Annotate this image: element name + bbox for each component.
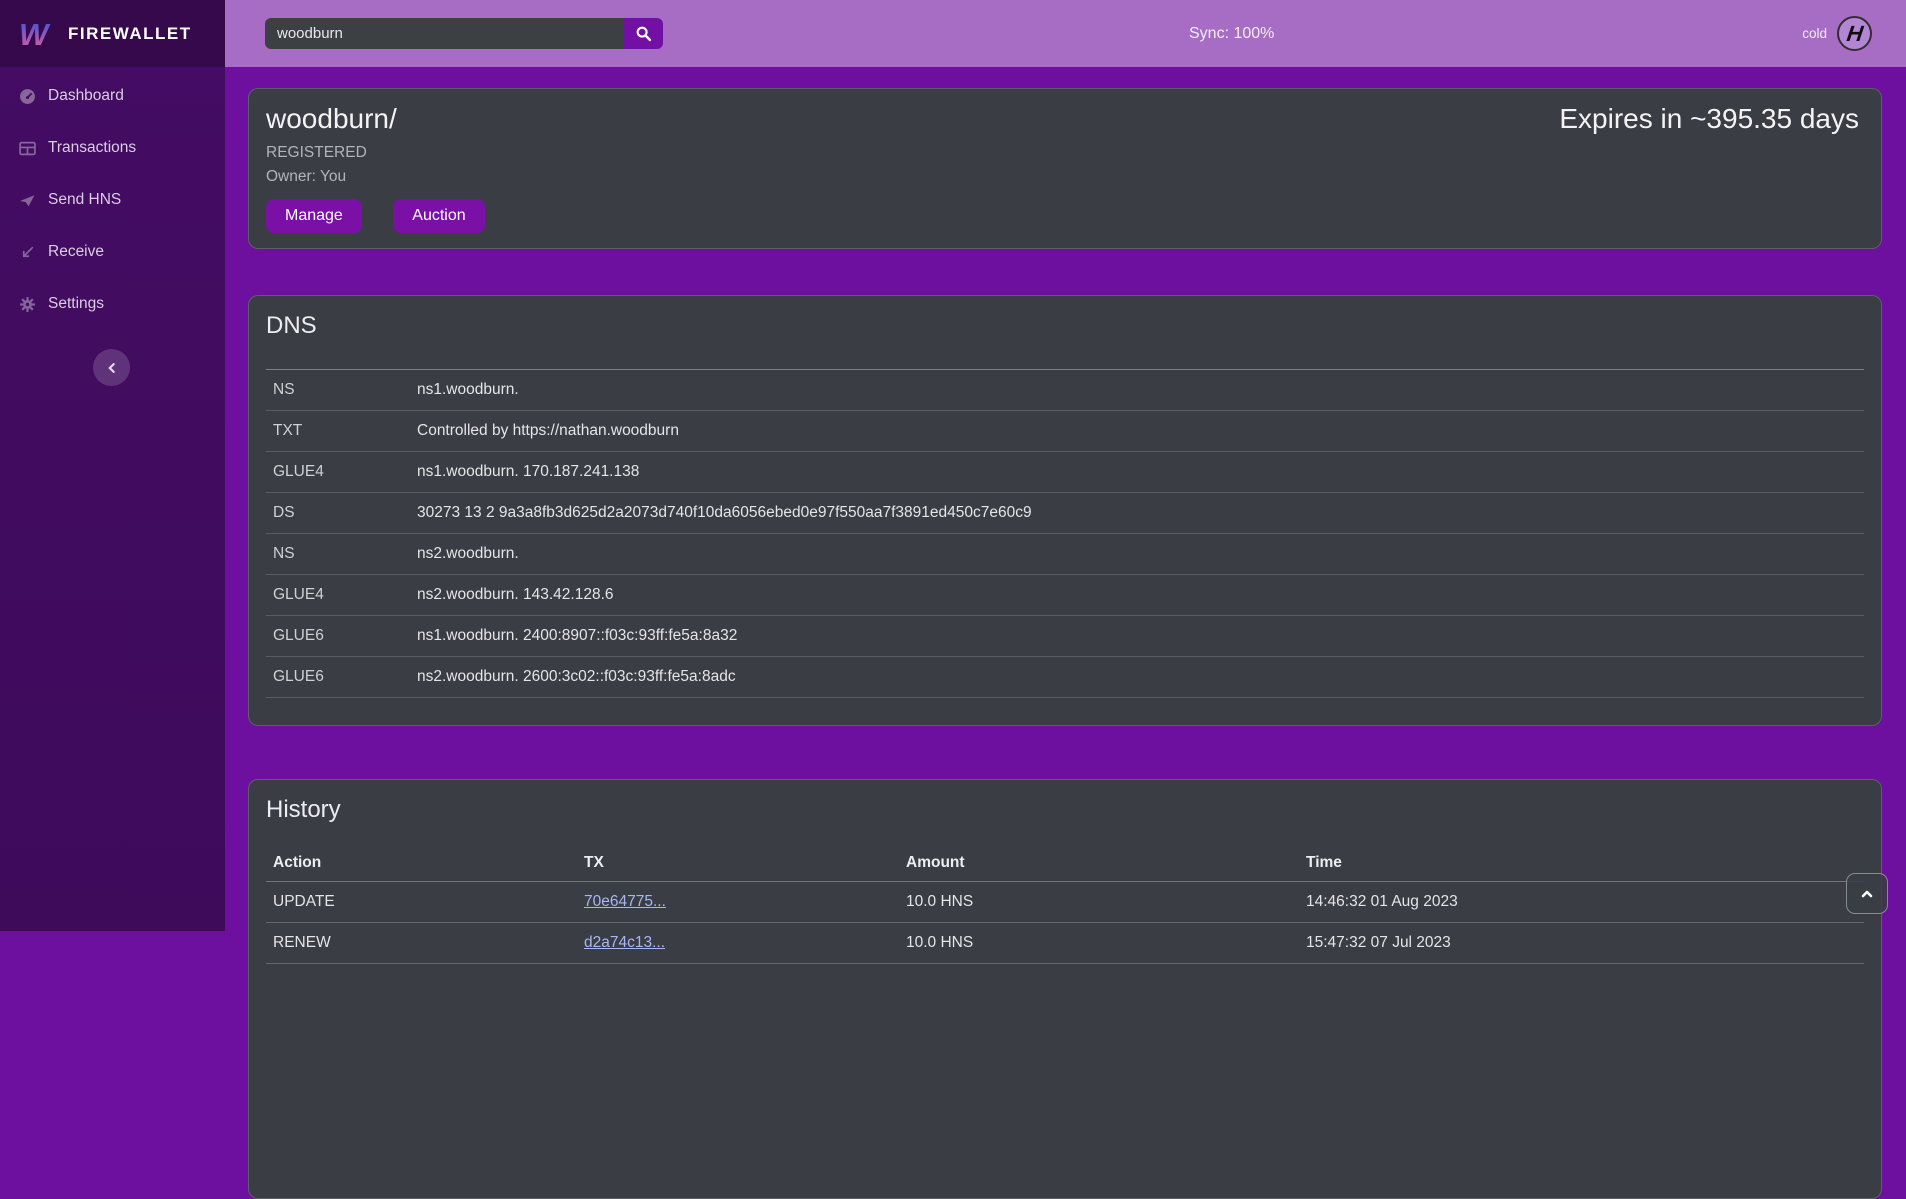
tx-link[interactable]: 70e64775... bbox=[584, 893, 666, 910]
auction-button[interactable]: Auction bbox=[393, 199, 484, 233]
dns-record-type: GLUE4 bbox=[273, 463, 417, 481]
receive-arrow-icon bbox=[19, 244, 36, 261]
firewallet-logo-icon: W bbox=[18, 16, 56, 52]
history-section-title: History bbox=[266, 794, 1864, 826]
caret-up-icon bbox=[1859, 886, 1875, 902]
sync-status: Sync: 100% bbox=[1189, 0, 1274, 67]
table-row: GLUE4 ns1.woodburn. 170.187.241.138 bbox=[266, 452, 1864, 493]
domain-status: REGISTERED bbox=[266, 144, 1861, 162]
dns-section-title: DNS bbox=[266, 310, 1864, 342]
brand-logo[interactable]: W FIREWALLET bbox=[0, 0, 225, 67]
sidebar: W FIREWALLET Dashboard bbox=[0, 0, 225, 931]
wallet-area: cold H bbox=[1802, 0, 1872, 67]
gear-icon bbox=[19, 296, 36, 313]
sidebar-nav: Dashboard Transactions Send HNS bbox=[0, 67, 225, 330]
dns-card: DNS NS ns1.woodburn. TXT Controlled by h… bbox=[248, 295, 1882, 726]
dns-record-type: GLUE6 bbox=[273, 627, 417, 645]
history-action: RENEW bbox=[273, 934, 584, 952]
history-time: 15:47:32 07 Jul 2023 bbox=[1306, 934, 1864, 952]
domain-card: woodburn/ REGISTERED Owner: You Manage A… bbox=[248, 88, 1882, 249]
transactions-table-icon bbox=[19, 140, 36, 157]
tx-link[interactable]: d2a74c13... bbox=[584, 934, 665, 951]
sidebar-item-transactions[interactable]: Transactions bbox=[0, 122, 225, 174]
expires-label: Expires in ~395.35 days bbox=[1559, 101, 1859, 137]
manage-button[interactable]: Manage bbox=[266, 199, 362, 233]
sidebar-item-settings[interactable]: Settings bbox=[0, 278, 225, 330]
dns-record-value: ns2.woodburn. 2600:3c02::f03c:93ff:fe5a:… bbox=[417, 668, 1864, 686]
wallet-name: cold bbox=[1802, 26, 1827, 41]
column-header-action: Action bbox=[273, 854, 584, 872]
domain-actions: Manage Auction bbox=[266, 199, 1861, 233]
search-input[interactable] bbox=[265, 18, 624, 49]
sidebar-item-label: Receive bbox=[48, 243, 104, 261]
sidebar-item-label: Dashboard bbox=[48, 87, 124, 105]
table-row: TXT Controlled by https://nathan.woodbur… bbox=[266, 411, 1864, 452]
table-row: UPDATE 70e64775... 10.0 HNS 14:46:32 01 … bbox=[266, 882, 1864, 923]
history-action: UPDATE bbox=[273, 893, 584, 911]
sidebar-item-receive[interactable]: Receive bbox=[0, 226, 225, 278]
table-row: GLUE6 ns1.woodburn. 2400:8907::f03c:93ff… bbox=[266, 616, 1864, 657]
table-row: NS ns2.woodburn. bbox=[266, 534, 1864, 575]
history-time: 14:46:32 01 Aug 2023 bbox=[1306, 893, 1864, 911]
table-row: GLUE4 ns2.woodburn. 143.42.128.6 bbox=[266, 575, 1864, 616]
table-row: GLUE6 ns2.woodburn. 2600:3c02::f03c:93ff… bbox=[266, 657, 1864, 698]
dns-record-value: Controlled by https://nathan.woodburn bbox=[417, 422, 1864, 440]
sidebar-item-send-hns[interactable]: Send HNS bbox=[0, 174, 225, 226]
table-header-row: Action TX Amount Time bbox=[266, 844, 1864, 882]
search-icon bbox=[635, 25, 652, 42]
history-amount: 10.0 HNS bbox=[906, 893, 1306, 911]
sidebar-item-label: Transactions bbox=[48, 139, 136, 157]
dns-record-type: GLUE6 bbox=[273, 668, 417, 686]
dns-record-value: ns1.woodburn. bbox=[417, 381, 1864, 399]
history-card: History Action TX Amount Time UPDATE 70e… bbox=[248, 779, 1882, 1199]
handshake-logo-icon[interactable]: H bbox=[1837, 16, 1872, 51]
domain-owner: Owner: You bbox=[266, 168, 1861, 186]
column-header-tx: TX bbox=[584, 854, 906, 872]
dns-record-type: TXT bbox=[273, 422, 417, 440]
table-row: NS ns1.woodburn. bbox=[266, 370, 1864, 411]
sidebar-item-label: Send HNS bbox=[48, 191, 121, 209]
column-header-amount: Amount bbox=[906, 854, 1306, 872]
sidebar-item-label: Settings bbox=[48, 295, 104, 313]
brand-name: FIREWALLET bbox=[68, 24, 192, 44]
dashboard-gauge-icon bbox=[19, 88, 36, 105]
table-row: RENEW d2a74c13... 10.0 HNS 15:47:32 07 J… bbox=[266, 923, 1864, 964]
search-bar bbox=[265, 18, 663, 49]
dns-record-value: 30273 13 2 9a3a8fb3d625d2a2073d740f10da6… bbox=[417, 504, 1864, 522]
table-row: DS 30273 13 2 9a3a8fb3d625d2a2073d740f10… bbox=[266, 493, 1864, 534]
dns-record-value: ns1.woodburn. 2400:8907::f03c:93ff:fe5a:… bbox=[417, 627, 1864, 645]
dns-record-type: NS bbox=[273, 381, 417, 399]
dns-record-value: ns2.woodburn. bbox=[417, 545, 1864, 563]
sidebar-item-dashboard[interactable]: Dashboard bbox=[0, 70, 225, 122]
scroll-to-top-button[interactable] bbox=[1846, 873, 1888, 914]
dns-table: NS ns1.woodburn. TXT Controlled by https… bbox=[266, 369, 1864, 698]
column-header-time: Time bbox=[1306, 854, 1864, 872]
dns-record-type: DS bbox=[273, 504, 417, 522]
dns-record-type: NS bbox=[273, 545, 417, 563]
send-icon bbox=[19, 192, 36, 209]
chevron-left-icon bbox=[105, 361, 119, 375]
svg-text:W: W bbox=[19, 17, 51, 52]
search-button[interactable] bbox=[624, 18, 663, 49]
dns-record-value: ns2.woodburn. 143.42.128.6 bbox=[417, 586, 1864, 604]
history-table: Action TX Amount Time UPDATE 70e64775...… bbox=[266, 844, 1864, 964]
history-amount: 10.0 HNS bbox=[906, 934, 1306, 952]
dns-record-type: GLUE4 bbox=[273, 586, 417, 604]
dns-record-value: ns1.woodburn. 170.187.241.138 bbox=[417, 463, 1864, 481]
topbar: Sync: 100% cold H bbox=[225, 0, 1906, 67]
sidebar-collapse-button[interactable] bbox=[93, 349, 130, 386]
